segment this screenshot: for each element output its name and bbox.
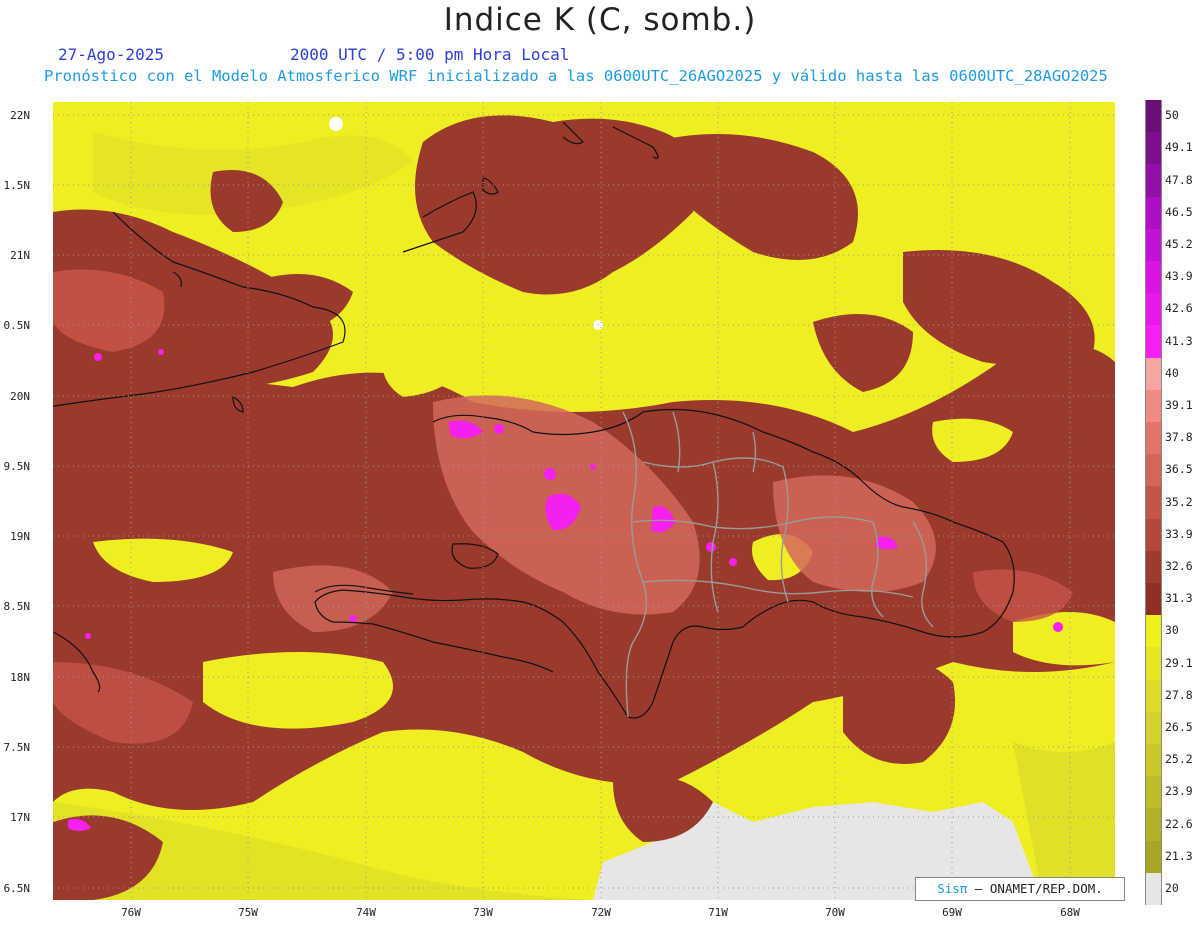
colorbar-swatch: [1145, 357, 1162, 391]
colorbar-label: 26.5: [1165, 719, 1193, 734]
colorbar-swatch: [1145, 132, 1162, 165]
lat-label: 0.5N: [3, 319, 31, 332]
colorbar-label: 45.2: [1165, 236, 1193, 251]
colorbar-label: 32.6: [1165, 558, 1193, 573]
colorbar-label: 46.5: [1165, 204, 1193, 219]
colorbar-swatch: [1145, 711, 1162, 745]
lon-label: 74W: [356, 906, 376, 919]
colorbar: [1145, 100, 1162, 906]
colorbar-label: 37.8: [1165, 430, 1193, 445]
colorbar-label: 31.3: [1165, 591, 1193, 606]
colorbar-swatch: [1145, 486, 1162, 520]
colorbar-label: 43.9: [1165, 269, 1193, 284]
colorbar-swatch: [1145, 325, 1162, 359]
k-index-map: [53, 102, 1115, 900]
credit-sis: Sisπ: [937, 881, 968, 896]
colorbar-swatch: [1145, 744, 1162, 777]
lon-label: 75W: [238, 906, 258, 919]
credit-text: – ONAMET/REP.DOM.: [967, 881, 1103, 896]
colorbar-swatch: [1145, 422, 1162, 455]
colorbar-label: 41.3: [1165, 333, 1193, 348]
lat-label: 22N: [10, 109, 30, 122]
map-canvas: [53, 102, 1115, 900]
colorbar-swatch: [1145, 679, 1162, 713]
lon-label: 72W: [591, 906, 611, 919]
colorbar-label: 49.1: [1165, 140, 1193, 155]
colorbar-label: 39.1: [1165, 397, 1193, 412]
colorbar-swatch: [1145, 872, 1162, 906]
colorbar-swatch: [1145, 164, 1162, 198]
k-index-below-30: [203, 652, 393, 729]
lat-label: 6.5N: [3, 882, 31, 895]
colorbar-swatch: [1145, 454, 1162, 487]
colorbar-label: 35.2: [1165, 494, 1193, 509]
lat-label: 19N: [10, 530, 30, 543]
lat-label: 21N: [10, 249, 30, 262]
lon-label: 73W: [473, 906, 493, 919]
colorbar-swatch: [1145, 776, 1162, 809]
colorbar-swatch: [1145, 389, 1162, 423]
lat-label: 9.5N: [3, 460, 31, 473]
lon-label: 76W: [121, 906, 141, 919]
colorbar-swatch: [1145, 550, 1162, 584]
map-title: Indice K (C, somb.): [443, 2, 757, 38]
colorbar-label: 29.1: [1165, 655, 1193, 670]
colorbar-swatch: [1145, 518, 1162, 552]
colorbar-swatch: [1145, 100, 1162, 133]
colorbar-label: 40: [1165, 365, 1179, 380]
colorbar-label: 47.8: [1165, 172, 1193, 187]
colorbar-swatch: [1145, 615, 1162, 648]
colorbar-swatch: [1145, 840, 1162, 874]
lat-label: 1.5N: [3, 179, 31, 192]
model-info: Pronóstico con el Modelo Atmosferico WRF…: [44, 67, 1108, 85]
lat-label: 7.5N: [3, 741, 31, 754]
colorbar-swatch: [1145, 228, 1162, 262]
colorbar-label: 30: [1165, 623, 1179, 638]
colorbar-label: 23.9: [1165, 784, 1193, 799]
lat-label: 18N: [10, 671, 30, 684]
colorbar-label: 21.3: [1165, 848, 1193, 863]
colorbar-swatch: [1145, 583, 1162, 616]
colorbar-swatch: [1145, 808, 1162, 842]
colorbar-label: 22.6: [1165, 816, 1193, 831]
colorbar-label: 27.8: [1165, 687, 1193, 702]
colorbar-label: 36.5: [1165, 462, 1193, 477]
colorbar-label: 25.2: [1165, 752, 1193, 767]
credit-box: Sisπ – ONAMET/REP.DOM.: [915, 877, 1125, 901]
small-white-area: [329, 117, 343, 131]
colorbar-label: 42.6: [1165, 301, 1193, 316]
lon-label: 68W: [1060, 906, 1080, 919]
colorbar-swatch: [1145, 261, 1162, 294]
k-index-30-plus: [843, 655, 955, 764]
lat-label: 8.5N: [3, 600, 31, 613]
lon-label: 69W: [942, 906, 962, 919]
lon-label: 70W: [825, 906, 845, 919]
lat-label: 20N: [10, 390, 30, 403]
colorbar-label: 50: [1165, 108, 1179, 123]
colorbar-swatch: [1145, 293, 1162, 326]
lat-label: 17N: [10, 811, 30, 824]
colorbar-label: 20: [1165, 880, 1179, 895]
forecast-time: 2000 UTC / 5:00 pm Hora Local: [290, 45, 570, 64]
lon-label: 71W: [708, 906, 728, 919]
colorbar-label: 33.9: [1165, 526, 1193, 541]
colorbar-swatch: [1145, 647, 1162, 681]
forecast-date: 27-Ago-2025: [58, 45, 164, 64]
colorbar-swatch: [1145, 196, 1162, 230]
